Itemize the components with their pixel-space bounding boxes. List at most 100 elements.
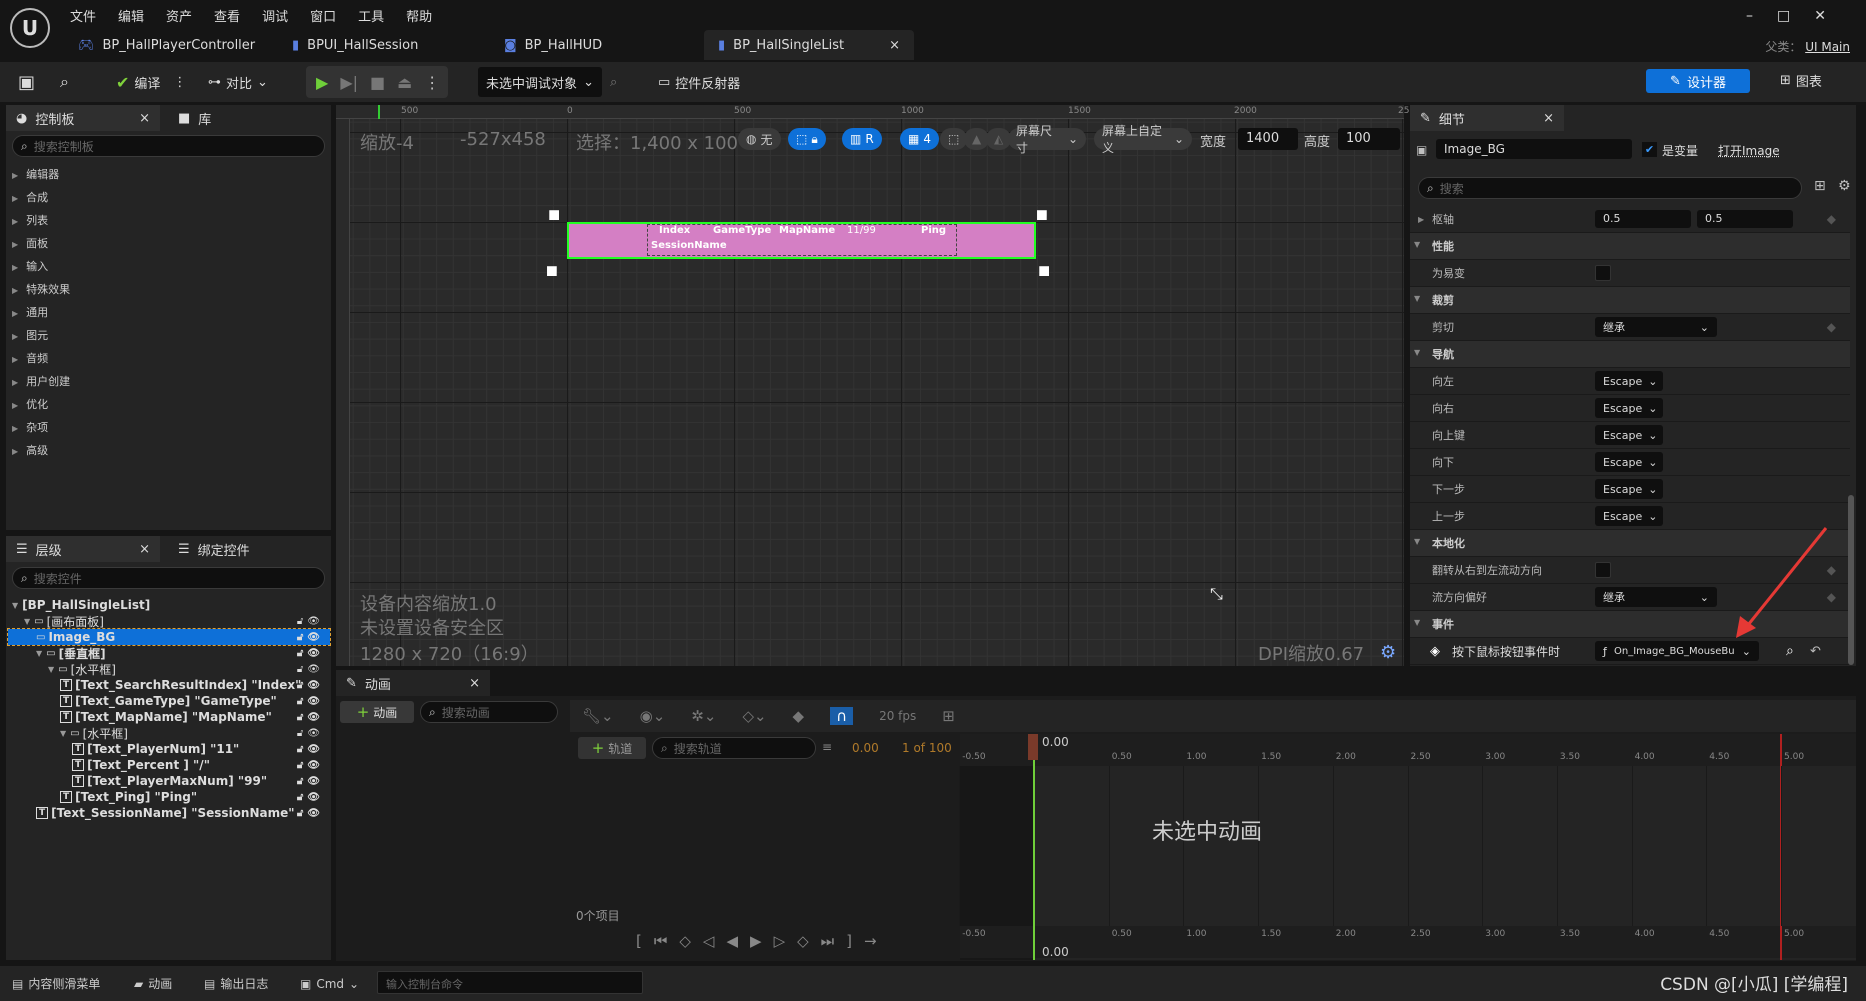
- output-log-button[interactable]: ▤ 输出日志: [204, 966, 268, 1001]
- graph-button[interactable]: ⊞ 图表: [1780, 66, 1822, 94]
- navigation-dropdown[interactable]: Escape ⌄: [1595, 506, 1663, 526]
- add-animation-button[interactable]: + 动画: [340, 701, 414, 723]
- clipping-dropdown[interactable]: 继承 ⌄: [1595, 317, 1717, 337]
- filter-icon[interactable]: ≡: [822, 740, 832, 754]
- minimize-icon[interactable]: –: [1746, 8, 1777, 24]
- settings-gear-icon[interactable]: ⚙: [1838, 178, 1851, 194]
- browse-button[interactable]: ⌕: [60, 68, 69, 96]
- lock-visibility-icons[interactable]: 🔓︎👁︎: [297, 744, 324, 755]
- navigation-dropdown[interactable]: Escape ⌄: [1595, 425, 1663, 445]
- more-icon[interactable]: ⋮: [173, 75, 186, 90]
- lock-visibility-icons[interactable]: 🔓︎👁︎: [297, 680, 324, 691]
- animation-status-button[interactable]: ▰ 动画: [134, 966, 172, 1001]
- wrench-icon[interactable]: 🔧︎⌄: [582, 707, 614, 725]
- sessionname-text[interactable]: SessionName: [651, 240, 727, 251]
- cmd-dropdown[interactable]: ▣ Cmd ⌄: [300, 966, 359, 1001]
- palette-category[interactable]: 优化: [12, 396, 48, 412]
- reset-icon[interactable]: ◆: [1827, 320, 1836, 334]
- widget-reflector-button[interactable]: ▭ 控件反射器: [658, 68, 740, 96]
- go-to-end-icon[interactable]: ⏭: [821, 932, 835, 950]
- table-view-icon[interactable]: ⊞: [1814, 178, 1826, 194]
- hierarchy-row[interactable]: T [Text_SearchResultIndex] "Index" 🔓︎👁︎: [8, 677, 330, 693]
- tab-palette[interactable]: ◕ 控制板 ×: [6, 105, 160, 131]
- index-text[interactable]: Index: [659, 225, 690, 236]
- maximize-icon[interactable]: □: [1777, 8, 1814, 24]
- localization-preview-button[interactable]: ◍ 无: [738, 128, 781, 150]
- category-navigation[interactable]: 导航: [1410, 341, 1850, 368]
- console-input[interactable]: 输入控制台命令: [377, 971, 643, 994]
- navigation-dropdown[interactable]: Escape ⌄: [1595, 398, 1663, 418]
- palette-category[interactable]: 高级: [12, 442, 48, 458]
- key-diamond-icon[interactable]: ◆: [793, 707, 805, 725]
- ping-text[interactable]: Ping: [921, 225, 946, 236]
- expand-arrow-icon[interactable]: ▼: [48, 665, 54, 674]
- compile-button[interactable]: ✔ 编译 ⋮: [116, 68, 186, 96]
- lock-visibility-icons[interactable]: 🔓︎👁︎: [297, 648, 324, 659]
- curve-editor-icon[interactable]: ⊞: [942, 707, 955, 725]
- close-tab-icon[interactable]: ×: [889, 38, 900, 53]
- step-icon[interactable]: ▶|: [340, 73, 358, 92]
- palette-category[interactable]: 列表: [12, 212, 48, 228]
- menu-tools[interactable]: 工具: [358, 6, 384, 25]
- menu-window[interactable]: 窗口: [310, 6, 336, 25]
- find-search-icon[interactable]: ⌕: [1786, 643, 1794, 659]
- debug-browse-button[interactable]: ⌕: [610, 68, 617, 96]
- close-window-icon[interactable]: ✕: [1814, 8, 1850, 24]
- designer-viewport[interactable]: [336, 105, 1404, 666]
- palette-category[interactable]: 用户创建: [12, 373, 70, 389]
- expand-icon[interactable]: ▶: [1418, 215, 1424, 224]
- designer-button[interactable]: ✎ 设计器: [1646, 69, 1750, 93]
- step-back-icon[interactable]: ◁: [703, 932, 715, 950]
- end-bracket-icon[interactable]: ]: [846, 932, 852, 950]
- tab-bp-hallplayercontroller[interactable]: 🎮︎ BP_HallPlayerController: [64, 30, 269, 60]
- play-reverse-icon[interactable]: ◀: [726, 932, 738, 950]
- more-icon[interactable]: ⋮: [424, 73, 440, 92]
- step-forward-icon[interactable]: ▷: [774, 932, 786, 950]
- dpi-settings-gear-icon[interactable]: ⚙: [1380, 642, 1396, 663]
- lock-visibility-icons[interactable]: 🔓︎👁︎: [297, 760, 324, 771]
- close-tab-icon[interactable]: ×: [139, 111, 150, 126]
- expand-arrow-icon[interactable]: ▼: [60, 729, 66, 738]
- close-tab-icon[interactable]: ×: [139, 542, 150, 557]
- track-search-input[interactable]: ⌕ 搜索轨道: [652, 737, 816, 759]
- hierarchy-row[interactable]: ▭ Image_BG 🔓︎👁︎: [7, 628, 331, 646]
- grid-snap-button[interactable]: ▦ 4: [900, 128, 939, 150]
- menu-view[interactable]: 查看: [214, 6, 240, 25]
- lock-visibility-icons[interactable]: 🔓︎👁︎: [297, 776, 324, 787]
- reset-icon[interactable]: ◆: [1827, 212, 1836, 226]
- mapname-text[interactable]: MapName: [779, 225, 835, 236]
- category-performance[interactable]: 性能: [1410, 233, 1850, 260]
- palette-category[interactable]: 合成: [12, 189, 48, 205]
- screen-size-dropdown[interactable]: 屏幕尺寸 ⌄: [1008, 124, 1086, 155]
- hierarchy-row[interactable]: ▼ [BP_HallSingleList]: [8, 597, 330, 613]
- playhead-handle[interactable]: [1028, 734, 1038, 760]
- widget-name-input[interactable]: Image_BG: [1436, 139, 1632, 159]
- menu-asset[interactable]: 资产: [166, 6, 192, 25]
- lock-visibility-icons[interactable]: 🔓︎👁︎: [297, 792, 324, 803]
- unreal-logo[interactable]: U: [10, 8, 50, 48]
- volatile-checkbox[interactable]: [1595, 265, 1611, 281]
- menu-file[interactable]: 文件: [70, 6, 96, 25]
- tab-hierarchy[interactable]: ☰ 层级 ×: [6, 536, 160, 562]
- fill-mode-dropdown[interactable]: 屏幕上自定义 ⌄: [1094, 124, 1192, 155]
- hierarchy-row[interactable]: T [Text_SessionName] "SessionName" 🔓︎👁︎: [8, 805, 330, 821]
- palette-search-input[interactable]: ⌕ 搜索控制板: [12, 135, 325, 157]
- eye-icon[interactable]: ◉⌄: [640, 707, 666, 725]
- save-button[interactable]: ▣: [18, 68, 35, 96]
- add-track-button[interactable]: + 轨道: [578, 737, 646, 759]
- palette-category[interactable]: 面板: [12, 235, 48, 251]
- diff-button[interactable]: ⊶ 对比 ⌄: [208, 68, 268, 96]
- play-icon[interactable]: ▶: [316, 73, 328, 92]
- mouse-down-binding-dropdown[interactable]: ƒ On_Image_BG_MouseBu ⌄: [1595, 641, 1759, 661]
- prev-key-icon[interactable]: ⏮: [654, 932, 668, 950]
- playhead[interactable]: [1033, 734, 1035, 960]
- hierarchy-row[interactable]: T [Text_Ping] "Ping" 🔓︎👁︎: [8, 789, 330, 805]
- lock-visibility-icons[interactable]: 🔓︎👁︎: [297, 808, 324, 819]
- expand-arrow-icon[interactable]: ▼: [12, 601, 18, 610]
- close-tab-icon[interactable]: ×: [469, 676, 480, 691]
- tab-library[interactable]: ■ 库: [168, 105, 221, 131]
- height-input[interactable]: 100: [1338, 128, 1400, 150]
- pivot-y-input[interactable]: 0.5: [1697, 210, 1793, 228]
- parent-class-link[interactable]: UI Main: [1805, 40, 1850, 54]
- palette-category[interactable]: 通用: [12, 304, 48, 320]
